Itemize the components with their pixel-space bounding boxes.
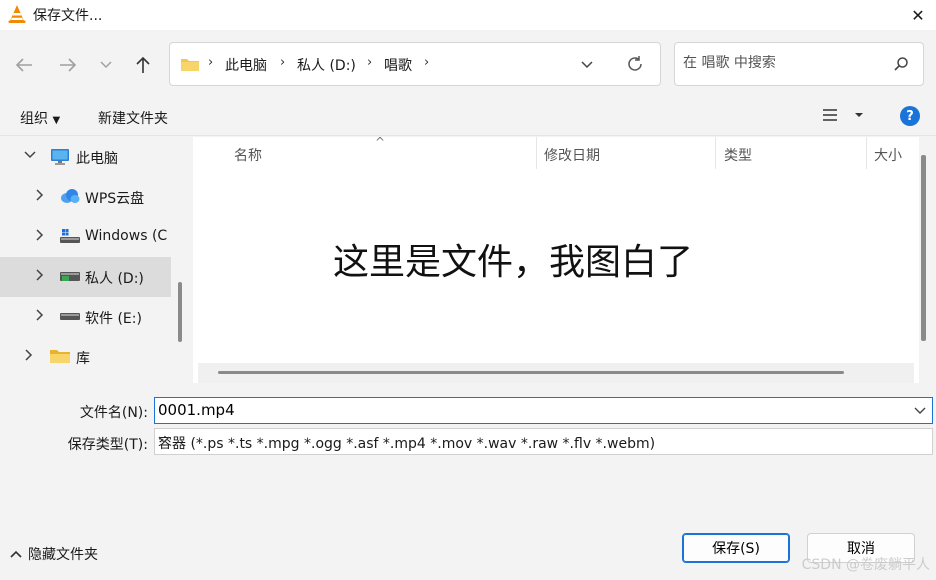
recent-locations-button[interactable] xyxy=(93,52,119,78)
chevron-right-icon[interactable] xyxy=(35,189,45,204)
tree-item-label: Windows (C xyxy=(85,228,168,244)
watermark-text: CSDN @卷废躺平人 xyxy=(801,557,930,573)
drive-icon xyxy=(60,308,80,328)
chevron-down-icon[interactable] xyxy=(24,149,36,163)
chevron-right-icon[interactable] xyxy=(24,349,34,364)
tree-scrollbar[interactable] xyxy=(178,282,182,342)
filetype-select[interactable]: 容器 (*.ps *.ts *.mpg *.ogg *.asf *.mp4 *.… xyxy=(154,428,933,455)
breadcrumb-item[interactable]: 此电脑 xyxy=(225,55,267,75)
filename-label: 文件名(N): xyxy=(79,405,148,421)
dialog-footer: 隐藏文件夹 保存(S) 取消 CSDN @卷废躺平人 xyxy=(0,508,936,580)
column-divider[interactable] xyxy=(536,137,537,169)
column-header-size[interactable]: 大小 xyxy=(874,145,902,165)
chevron-down-icon xyxy=(581,61,593,69)
organize-label: 组织 xyxy=(20,111,48,127)
filename-combobox[interactable] xyxy=(154,397,933,424)
breadcrumb-item[interactable]: 唱歌 xyxy=(384,55,412,75)
address-history-button[interactable] xyxy=(580,57,594,75)
caret-down-icon xyxy=(855,113,864,117)
computer-icon xyxy=(50,148,70,170)
help-icon[interactable]: ? xyxy=(900,106,920,126)
arrow-up-icon xyxy=(136,56,150,73)
tree-item-label: 此电脑 xyxy=(76,151,118,167)
view-options-button[interactable] xyxy=(822,108,864,126)
list-view-icon xyxy=(823,109,837,121)
search-box[interactable] xyxy=(674,42,924,86)
vlc-cone-icon xyxy=(7,4,27,24)
title-bar: 保存文件... ✕ xyxy=(0,0,936,30)
navigation-bar: › 此电脑 › 私人 (D:) › 唱歌 › xyxy=(0,30,936,100)
search-input[interactable] xyxy=(683,55,883,71)
tree-item-label: 库 xyxy=(76,351,90,367)
back-button[interactable] xyxy=(11,52,37,78)
drive-icon xyxy=(60,268,80,288)
chevron-down-icon[interactable] xyxy=(914,404,926,420)
column-divider[interactable] xyxy=(866,137,867,169)
caret-down-icon: ▼ xyxy=(52,115,61,126)
tree-item-wps-cloud[interactable]: WPS云盘 xyxy=(0,177,171,217)
chevron-down-icon xyxy=(100,61,112,69)
breadcrumb-separator-icon: › xyxy=(208,55,214,70)
chevron-up-icon xyxy=(10,550,22,558)
refresh-icon xyxy=(628,56,642,71)
command-toolbar: 组织 ▼ 新建文件夹 ? xyxy=(0,100,936,136)
tree-item-this-pc[interactable]: 此电脑 xyxy=(0,137,171,177)
tree-item-label: 私人 (D:) xyxy=(85,271,144,287)
horizontal-scroll-thumb[interactable] xyxy=(218,371,844,374)
tree-item-libraries[interactable]: 库 xyxy=(0,337,171,377)
hide-folders-label: 隐藏文件夹 xyxy=(28,547,98,563)
tree-item-software-e[interactable]: 软件 (E:) xyxy=(0,297,171,337)
tree-item-label: 软件 (E:) xyxy=(85,311,142,327)
file-list: ^ 名称 修改日期 类型 大小 这里是文件，我图白了 xyxy=(193,135,919,383)
close-icon: ✕ xyxy=(911,5,925,25)
new-folder-button[interactable]: 新建文件夹 xyxy=(98,108,168,128)
forward-button[interactable] xyxy=(55,52,81,78)
tree-item-windows-c[interactable]: Windows (C xyxy=(0,217,171,257)
system-drive-icon xyxy=(60,228,80,248)
save-button[interactable]: 保存(S) xyxy=(682,533,790,563)
chevron-down-icon[interactable] xyxy=(158,433,926,449)
column-header-type[interactable]: 类型 xyxy=(724,145,752,165)
organize-menu[interactable]: 组织 ▼ xyxy=(20,108,60,128)
sort-up-icon: ^ xyxy=(375,135,386,149)
breadcrumb-item[interactable]: 私人 (D:) xyxy=(297,55,356,75)
arrow-right-icon xyxy=(60,58,77,72)
address-bar[interactable]: › 此电脑 › 私人 (D:) › 唱歌 › xyxy=(169,42,661,86)
breadcrumb-separator-icon[interactable]: › xyxy=(424,55,429,70)
up-button[interactable] xyxy=(130,52,156,78)
horizontal-scrollbar[interactable] xyxy=(198,363,914,383)
folder-icon xyxy=(181,57,199,75)
refresh-button[interactable] xyxy=(626,55,644,77)
tree-item-private-d[interactable]: 私人 (D:) xyxy=(0,257,171,297)
column-divider[interactable] xyxy=(715,137,716,169)
breadcrumb-separator-icon: › xyxy=(367,55,373,70)
column-header-date[interactable]: 修改日期 xyxy=(544,145,600,165)
filetype-label: 保存类型(T): xyxy=(67,437,148,453)
folder-icon xyxy=(50,348,70,368)
chevron-right-icon[interactable] xyxy=(35,309,45,324)
search-icon[interactable] xyxy=(893,56,909,76)
filename-input[interactable] xyxy=(158,401,898,419)
chevron-right-icon[interactable] xyxy=(35,269,45,284)
navigation-pane: 此电脑 WPS云盘 Windows (C 私人 (D:) 软件 (E:) 库 xyxy=(0,137,190,383)
tree-item-label: WPS云盘 xyxy=(85,191,145,207)
breadcrumb-separator-icon: › xyxy=(280,55,286,70)
column-header-name[interactable]: 名称 xyxy=(234,145,262,165)
hide-folders-toggle[interactable]: 隐藏文件夹 xyxy=(10,544,98,564)
close-button[interactable]: ✕ xyxy=(900,0,936,30)
save-form: 文件名(N): 保存类型(T): 容器 (*.ps *.ts *.mpg *.o… xyxy=(0,384,936,508)
arrow-left-icon xyxy=(15,58,32,72)
window-title: 保存文件... xyxy=(33,8,103,24)
vertical-scrollbar[interactable] xyxy=(921,155,926,341)
redacted-files-note: 这里是文件，我图白了 xyxy=(333,242,694,283)
chevron-right-icon[interactable] xyxy=(35,229,45,244)
cloud-icon xyxy=(60,188,80,208)
